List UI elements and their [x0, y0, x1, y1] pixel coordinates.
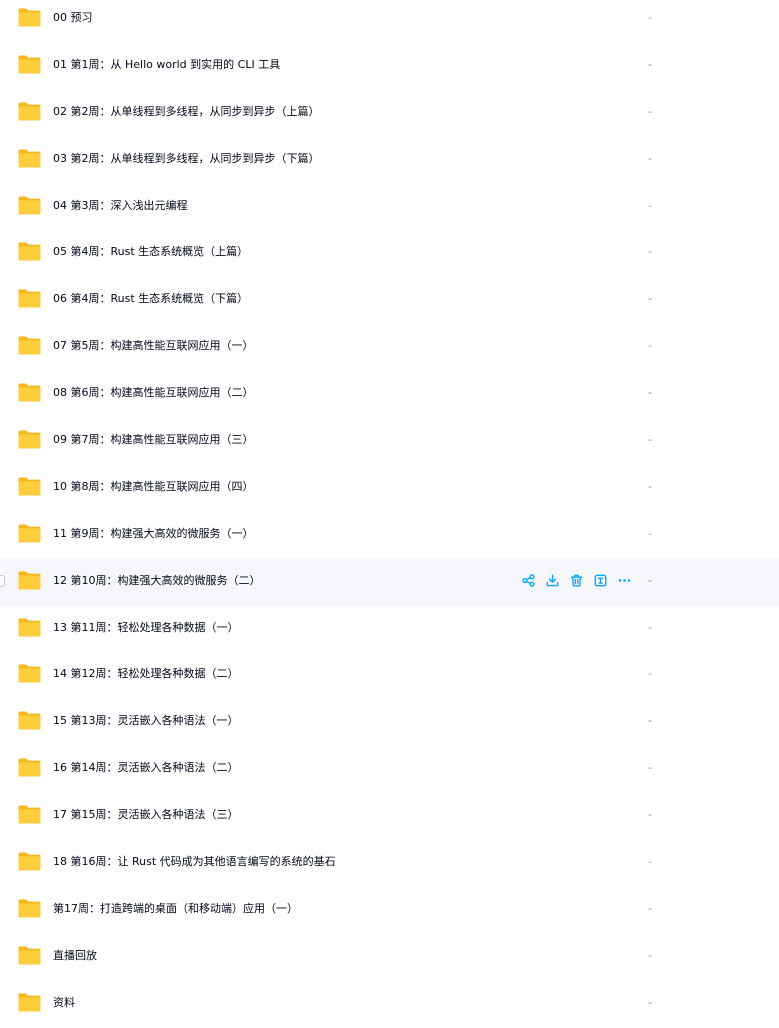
file-size: -	[648, 151, 652, 165]
folder-icon	[18, 102, 41, 121]
file-size: -	[648, 620, 652, 634]
folder-icon	[18, 289, 41, 308]
file-size: -	[648, 995, 652, 1009]
file-row[interactable]: 直播回放 -	[0, 934, 779, 981]
file-size: -	[648, 526, 652, 540]
file-name[interactable]: 17 第15周：灵活嵌入各种语法（三）	[53, 807, 239, 823]
file-size: -	[648, 855, 652, 869]
file-row[interactable]: 01 第1周：从 Hello world 到实用的 CLI 工具 -	[0, 43, 779, 90]
file-size: -	[648, 198, 652, 212]
folder-icon	[18, 571, 41, 590]
folder-icon	[18, 430, 41, 449]
file-row[interactable]: 12 第10周：构建强大高效的微服务（二） -	[0, 558, 779, 606]
file-name[interactable]: 05 第4周：Rust 生态系统概览（上篇）	[53, 244, 248, 260]
file-row[interactable]: 第17周：打造跨端的桌面（和移动端）应用（一） -	[0, 887, 779, 934]
file-size: -	[648, 339, 652, 353]
file-row[interactable]: 10 第8周：构建高性能互联网应用（四） -	[0, 465, 779, 512]
file-size: -	[648, 104, 652, 118]
file-name[interactable]: 10 第8周：构建高性能互联网应用（四）	[53, 479, 254, 495]
folder-icon	[18, 242, 41, 261]
more-icon[interactable]	[617, 573, 632, 588]
folder-icon	[18, 477, 41, 496]
file-row[interactable]: 15 第13周：灵活嵌入各种语法（一） -	[0, 699, 779, 746]
file-row[interactable]: 06 第4周：Rust 生态系统概览（下篇） -	[0, 277, 779, 324]
file-name[interactable]: 直播回放	[53, 948, 97, 964]
file-name[interactable]: 13 第11周：轻松处理各种数据（一）	[53, 620, 239, 636]
folder-icon	[18, 899, 41, 918]
file-row[interactable]: 00 预习 -	[0, 0, 779, 43]
file-name[interactable]: 03 第2周：从单线程到多线程，从同步到异步（下篇）	[53, 151, 320, 167]
file-row[interactable]: 04 第3周：深入浅出元编程 -	[0, 184, 779, 231]
file-name[interactable]: 04 第3周：深入浅出元编程	[53, 198, 188, 214]
file-name[interactable]: 01 第1周：从 Hello world 到实用的 CLI 工具	[53, 57, 280, 73]
file-size: -	[648, 901, 652, 915]
file-row[interactable]: 16 第14周：灵活嵌入各种语法（二） -	[0, 746, 779, 793]
file-size: -	[648, 714, 652, 728]
file-size: -	[648, 292, 652, 306]
file-row[interactable]: 11 第9周：构建强大高效的微服务（一） -	[0, 512, 779, 559]
folder-icon	[18, 946, 41, 965]
file-name[interactable]: 第17周：打造跨端的桌面（和移动端）应用（一）	[53, 901, 298, 917]
file-size: -	[648, 948, 652, 962]
file-row[interactable]: 02 第2周：从单线程到多线程，从同步到异步（上篇） -	[0, 90, 779, 137]
file-size: -	[648, 761, 652, 775]
folder-icon	[18, 758, 41, 777]
folder-icon	[18, 618, 41, 637]
file-name[interactable]: 09 第7周：构建高性能互联网应用（三）	[53, 432, 254, 448]
file-row[interactable]: 03 第2周：从单线程到多线程，从同步到异步（下篇） -	[0, 137, 779, 184]
file-row[interactable]: 18 第16周：让 Rust 代码成为其他语言编写的系统的基石 -	[0, 840, 779, 887]
folder-icon	[18, 383, 41, 402]
file-row[interactable]: 17 第15周：灵活嵌入各种语法（三） -	[0, 793, 779, 840]
file-size: -	[648, 808, 652, 822]
file-name[interactable]: 06 第4周：Rust 生态系统概览（下篇）	[53, 291, 248, 307]
folder-icon	[18, 805, 41, 824]
file-name[interactable]: 00 预习	[53, 10, 93, 26]
file-row[interactable]: 07 第5周：构建高性能互联网应用（一） -	[0, 324, 779, 371]
file-size: -	[648, 573, 652, 587]
file-size: -	[648, 479, 652, 493]
file-row[interactable]: 资料 -	[0, 981, 779, 1028]
file-row[interactable]: 05 第4周：Rust 生态系统概览（上篇） -	[0, 230, 779, 277]
share-icon[interactable]	[521, 573, 536, 588]
folder-icon	[18, 524, 41, 543]
folder-icon	[18, 149, 41, 168]
file-name[interactable]: 14 第12周：轻松处理各种数据（二）	[53, 666, 239, 682]
folder-icon	[18, 336, 41, 355]
file-name[interactable]: 资料	[53, 995, 75, 1011]
file-size: -	[648, 386, 652, 400]
file-size: -	[648, 245, 652, 259]
file-name[interactable]: 02 第2周：从单线程到多线程，从同步到异步（上篇）	[53, 104, 320, 120]
folder-icon	[18, 852, 41, 871]
folder-icon	[18, 8, 41, 27]
file-name[interactable]: 18 第16周：让 Rust 代码成为其他语言编写的系统的基石	[53, 854, 336, 870]
file-row[interactable]: 14 第12周：轻松处理各种数据（二） -	[0, 652, 779, 699]
file-name[interactable]: 11 第9周：构建强大高效的微服务（一）	[53, 526, 254, 542]
file-name[interactable]: 12 第10周：构建强大高效的微服务（二）	[53, 573, 261, 589]
file-row[interactable]: 08 第6周：构建高性能互联网应用（二） -	[0, 371, 779, 418]
file-size: -	[648, 433, 652, 447]
folder-icon	[18, 55, 41, 74]
file-name[interactable]: 08 第6周：构建高性能互联网应用（二）	[53, 385, 254, 401]
folder-icon	[18, 664, 41, 683]
folder-icon	[18, 711, 41, 730]
file-row[interactable]: 13 第11周：轻松处理各种数据（一） -	[0, 606, 779, 653]
file-size: -	[648, 667, 652, 681]
file-size: -	[648, 57, 652, 71]
folder-icon	[18, 993, 41, 1012]
row-actions	[521, 573, 632, 589]
file-name[interactable]: 07 第5周：构建高性能互联网应用（一）	[53, 338, 254, 354]
folder-icon	[18, 196, 41, 215]
download-icon[interactable]	[545, 573, 560, 588]
file-list: 00 预习 - 01 第1周：从 Hello world 到实用的 CLI 工具…	[0, 0, 779, 1028]
rename-icon[interactable]	[593, 573, 608, 588]
row-checkbox[interactable]	[0, 574, 5, 587]
file-name[interactable]: 15 第13周：灵活嵌入各种语法（一）	[53, 713, 239, 729]
trash-icon[interactable]	[569, 573, 584, 588]
file-row[interactable]: 09 第7周：构建高性能互联网应用（三） -	[0, 418, 779, 465]
file-name[interactable]: 16 第14周：灵活嵌入各种语法（二）	[53, 760, 239, 776]
file-size: -	[648, 11, 652, 24]
